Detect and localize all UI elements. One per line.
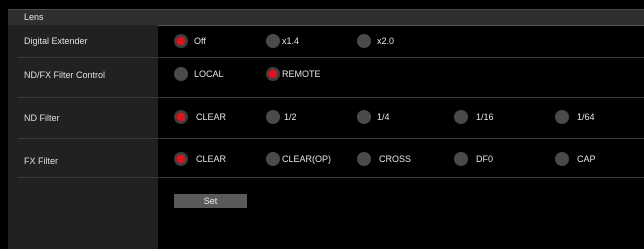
radio-nd-filter-1-2[interactable]: 1/2 [266, 110, 297, 124]
radio-unselected-icon [454, 110, 468, 124]
radio-label: 1/4 [377, 112, 390, 122]
row-divider [18, 177, 644, 178]
radio-label: LOCAL [194, 69, 224, 79]
radio-digital-extender-off[interactable]: Off [174, 34, 206, 48]
row-divider [18, 97, 644, 98]
radio-label: 1/2 [284, 112, 297, 122]
radio-label: x1.4 [282, 36, 300, 46]
row-label-nd-filter: ND Filter [24, 113, 60, 123]
section-title: Lens [24, 12, 44, 22]
lens-settings-panel: Lens Digital Extender Off x1.4 x2.0 ND/F… [0, 0, 644, 249]
radio-label: 1/16 [476, 112, 494, 122]
radio-nd-filter-1-64[interactable]: 1/64 [555, 110, 595, 124]
radio-digital-extender-x1-4[interactable]: x1.4 [266, 34, 299, 48]
row-divider [18, 57, 644, 58]
row-label-fx-filter: FX Filter [24, 156, 59, 166]
radio-unselected-icon [174, 67, 188, 81]
row-label-nd-fx-filter-control: ND/FX Filter Control [24, 70, 106, 80]
radio-fx-filter-cap[interactable]: CAP [555, 152, 596, 166]
radio-label: CLEAR [196, 154, 227, 164]
radio-selected-icon [266, 67, 280, 81]
radio-unselected-icon [266, 152, 280, 166]
radio-nd-filter-1-16[interactable]: 1/16 [454, 110, 494, 124]
radio-nd-filter-clear[interactable]: CLEAR [174, 110, 226, 124]
radio-label: CLEAR [196, 112, 227, 122]
radio-nd-fx-control-remote[interactable]: REMOTE [266, 67, 321, 81]
radio-unselected-icon [266, 110, 280, 124]
set-button[interactable]: Set [174, 194, 247, 208]
radio-unselected-icon [357, 152, 371, 166]
radio-fx-filter-df0[interactable]: DF0 [454, 152, 493, 166]
radio-label: REMOTE [282, 69, 321, 79]
row-label-digital-extender: Digital Extender [24, 36, 88, 46]
radio-selected-icon [174, 34, 188, 48]
radio-digital-extender-x2-0[interactable]: x2.0 [357, 34, 394, 48]
radio-unselected-icon [357, 34, 371, 48]
radio-unselected-icon [266, 34, 280, 48]
radio-unselected-icon [454, 152, 468, 166]
radio-selected-icon [174, 110, 188, 124]
radio-label: Off [194, 36, 206, 46]
radio-label: CAP [577, 154, 596, 164]
radio-selected-icon [174, 152, 188, 166]
radio-unselected-icon [357, 110, 371, 124]
radio-label: 1/64 [577, 112, 595, 122]
radio-label: CROSS [379, 154, 412, 164]
radio-label: CLEAR(OP) [282, 154, 332, 164]
radio-nd-fx-control-local[interactable]: LOCAL [174, 67, 224, 81]
radio-unselected-icon [555, 110, 569, 124]
radio-fx-filter-clear-op[interactable]: CLEAR(OP) [266, 152, 331, 166]
radio-label: DF0 [476, 154, 494, 164]
radio-label: x2.0 [377, 36, 395, 46]
radio-fx-filter-cross[interactable]: CROSS [357, 152, 411, 166]
radio-nd-filter-1-4[interactable]: 1/4 [357, 110, 390, 124]
radio-fx-filter-clear[interactable]: CLEAR [174, 152, 226, 166]
label-column [8, 25, 158, 249]
radio-unselected-icon [555, 152, 569, 166]
row-divider [18, 138, 644, 139]
section-header: Lens [8, 9, 644, 26]
